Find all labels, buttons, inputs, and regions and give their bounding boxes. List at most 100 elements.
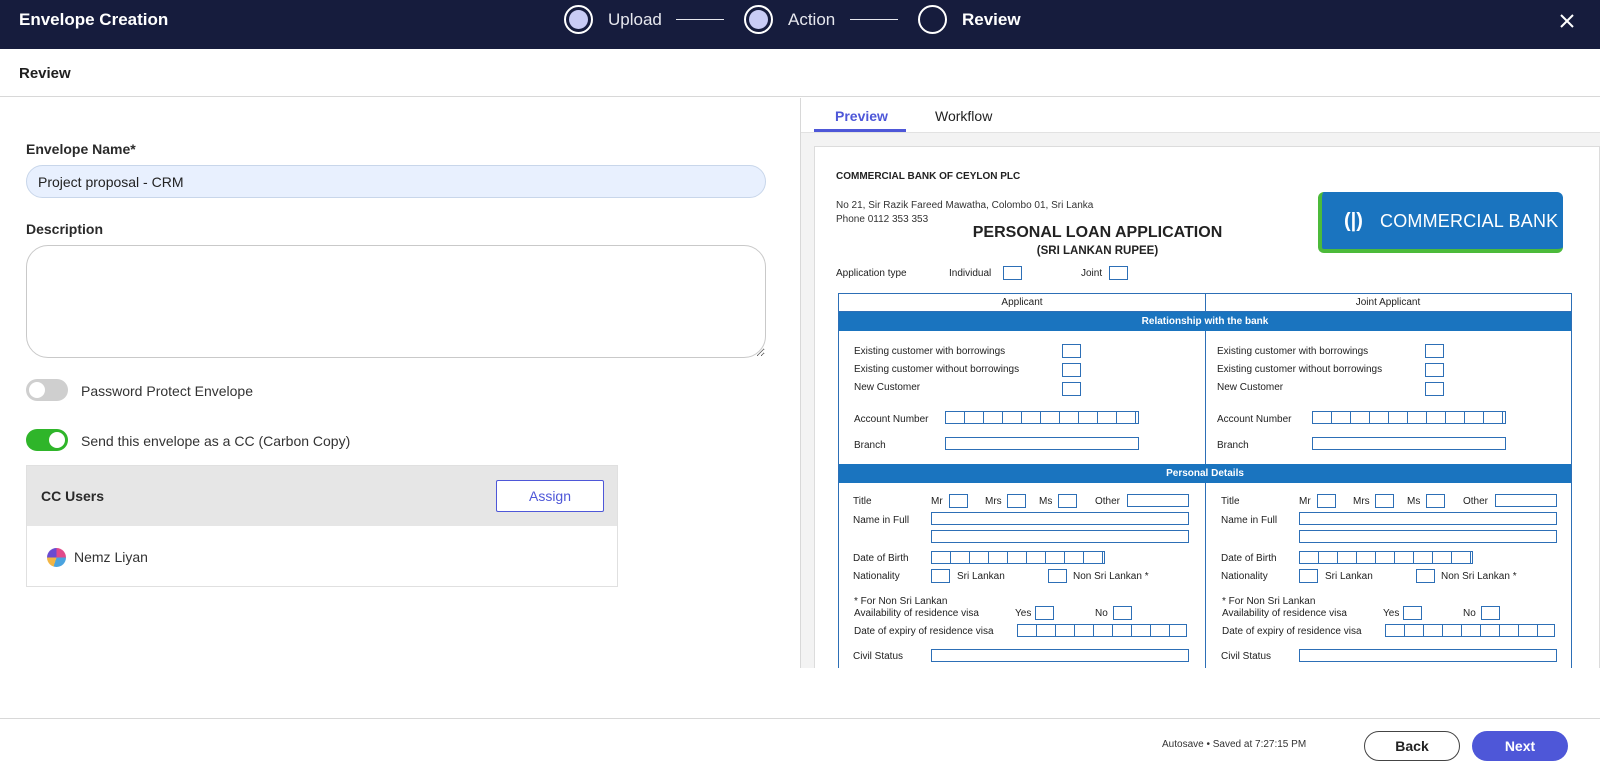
doc-other: Other — [1463, 496, 1489, 507]
cc-users-header: CC Users Assign — [27, 466, 617, 526]
doc-checkbox — [1113, 606, 1132, 620]
doc-individual-label: Individual — [949, 268, 992, 279]
doc-checkbox — [1003, 266, 1022, 280]
doc-new-customer: New Customer — [1217, 382, 1284, 393]
step-connector — [850, 19, 898, 20]
password-protect-toggle[interactable] — [26, 379, 68, 401]
doc-account-number: Account Number — [854, 414, 929, 425]
doc-checkbox — [1062, 363, 1081, 377]
doc-no: No — [1463, 608, 1476, 619]
preview-tabs: Preview Workflow — [801, 98, 1600, 133]
doc-dob-boxes — [931, 551, 1105, 564]
close-icon[interactable] — [1554, 8, 1580, 34]
doc-checkbox — [1425, 382, 1444, 396]
doc-title-label: Title — [853, 496, 872, 507]
doc-nationality: Nationality — [853, 571, 900, 582]
doc-branch: Branch — [1217, 440, 1249, 451]
description-label: Description — [26, 221, 104, 237]
doc-sri-lankan: Sri Lankan — [1325, 571, 1373, 582]
avatar — [47, 548, 66, 567]
doc-checkbox — [1425, 344, 1444, 358]
bank-logo-mark: (|) — [1344, 210, 1363, 232]
doc-ms: Ms — [1039, 496, 1053, 507]
doc-mr: Mr — [931, 496, 943, 507]
step-connector — [676, 19, 724, 20]
cc-user-name: Nemz Liyan — [74, 549, 148, 565]
doc-name-field — [931, 530, 1189, 543]
doc-other: Other — [1095, 496, 1121, 507]
doc-application-type-label: Application type — [836, 268, 907, 279]
doc-civil-status: Civil Status — [1221, 651, 1272, 662]
doc-other-field — [1495, 494, 1557, 507]
doc-checkbox — [1109, 266, 1128, 280]
doc-for-non-sl: * For Non Sri Lankan — [1222, 596, 1316, 607]
doc-checkbox — [931, 569, 950, 583]
bank-logo-text: COMMERCIAL BANK — [1380, 211, 1559, 231]
doc-name-field — [1299, 530, 1557, 543]
doc-checkbox — [1317, 494, 1336, 508]
doc-joint-label: Joint — [1081, 268, 1103, 279]
doc-for-non-sl: * For Non Sri Lankan — [854, 596, 948, 607]
envelope-name-input[interactable] — [26, 165, 766, 198]
doc-checkbox — [1007, 494, 1026, 508]
doc-date-of-birth: Date of Birth — [1221, 553, 1277, 564]
doc-availability-visa: Availability of residence visa — [1222, 608, 1347, 619]
step-review-label: Review — [962, 10, 1021, 29]
assign-button[interactable]: Assign — [496, 480, 604, 512]
doc-date-of-birth: Date of Birth — [853, 553, 909, 564]
doc-ms: Ms — [1407, 496, 1421, 507]
cc-users-panel: CC Users Assign Nemz Liyan — [26, 465, 618, 587]
doc-existing-without: Existing customer without borrowings — [854, 364, 1020, 375]
doc-account-number: Account Number — [1217, 414, 1292, 425]
doc-civil-field — [931, 649, 1189, 662]
sub-header: Review — [0, 49, 1600, 97]
doc-checkbox — [1062, 344, 1081, 358]
back-button[interactable]: Back — [1364, 731, 1460, 761]
doc-existing-with: Existing customer with borrowings — [854, 346, 1006, 357]
top-bar: Envelope Creation Upload Action Review — [0, 0, 1600, 49]
next-button[interactable]: Next — [1472, 731, 1568, 761]
step-review-indicator — [918, 5, 947, 34]
description-input[interactable] — [26, 245, 766, 358]
cc-users-title: CC Users — [41, 488, 105, 504]
cc-toggle[interactable] — [26, 429, 68, 451]
doc-form-table: Applicant Joint Applicant Relationship w… — [838, 293, 1572, 668]
doc-name-field — [1299, 512, 1557, 525]
doc-dob-boxes — [1299, 551, 1473, 564]
doc-nationality: Nationality — [1221, 571, 1268, 582]
doc-existing-with: Existing customer with borrowings — [1217, 346, 1369, 357]
doc-checkbox — [1375, 494, 1394, 508]
doc-col-applicant: Applicant — [1001, 297, 1043, 308]
doc-name-field — [931, 512, 1189, 525]
doc-yes: Yes — [1383, 608, 1400, 619]
step-upload-indicator — [564, 5, 593, 34]
stepper: Upload Action Review — [0, 0, 1600, 49]
doc-mrs: Mrs — [985, 496, 1002, 507]
step-action-indicator — [744, 5, 773, 34]
tab-workflow[interactable]: Workflow — [935, 108, 992, 124]
doc-sri-lankan: Sri Lankan — [957, 571, 1005, 582]
doc-name-in-full: Name in Full — [1221, 515, 1278, 526]
doc-address: No 21, Sir Razik Fareed Mawatha, Colombo… — [836, 199, 1093, 227]
envelope-name-label: Envelope Name* — [26, 141, 136, 157]
doc-checkbox — [1403, 606, 1422, 620]
doc-band-relationship: Relationship with the bank — [839, 312, 1571, 331]
doc-title-label: Title — [1221, 496, 1240, 507]
doc-civil-field — [1299, 649, 1557, 662]
doc-subtitle: (SRI LANKAN RUPEE) — [1036, 245, 1159, 257]
doc-checkbox — [1425, 363, 1444, 377]
doc-availability-visa: Availability of residence visa — [854, 608, 979, 619]
doc-checkbox — [1481, 606, 1500, 620]
doc-name-in-full: Name in Full — [853, 515, 910, 526]
doc-checkbox — [1299, 569, 1318, 583]
doc-title: PERSONAL LOAN APPLICATION — [972, 224, 1223, 241]
autosave-status: Autosave • Saved at 7:27:15 PM — [1162, 739, 1307, 750]
document-preview[interactable]: COMMERCIAL BANK OF CEYLON PLC No 21, Sir… — [814, 146, 1600, 668]
doc-account-boxes — [945, 411, 1139, 424]
doc-checkbox — [1058, 494, 1077, 508]
tab-preview[interactable]: Preview — [835, 108, 888, 124]
doc-expiry-boxes — [1017, 624, 1187, 637]
doc-branch-field — [1312, 437, 1506, 450]
doc-yes: Yes — [1015, 608, 1032, 619]
doc-non-sri-lankan: Non Sri Lankan * — [1441, 571, 1517, 582]
